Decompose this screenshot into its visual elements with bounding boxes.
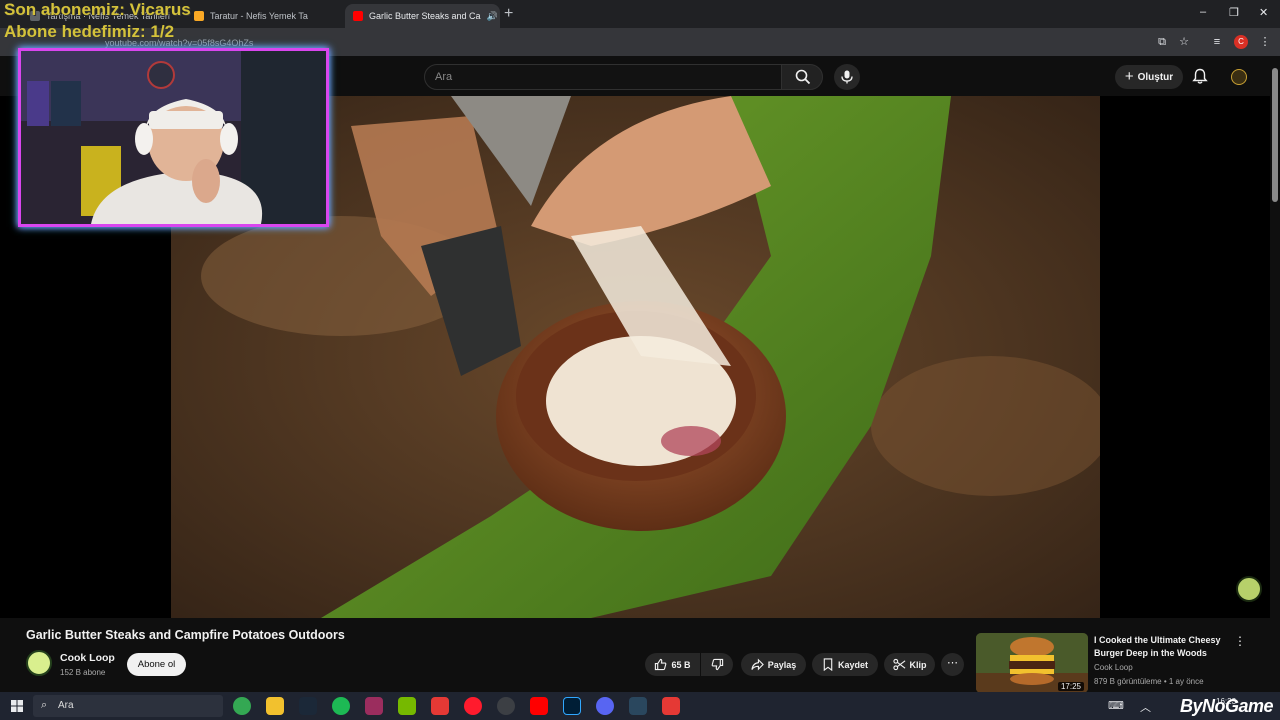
- save-bookmark-icon: [823, 658, 833, 671]
- more-actions-button[interactable]: ⋯: [941, 653, 964, 676]
- taskbar-search[interactable]: Ara: [33, 695, 223, 717]
- app-taskbar-icon[interactable]: [662, 697, 680, 715]
- bookmark-star-icon[interactable]: ☆: [1177, 35, 1191, 49]
- recommended-video-meta: 879 B görüntüleme • 1 ay önce: [1094, 677, 1204, 686]
- windows-start-icon[interactable]: [11, 700, 23, 712]
- media-controls-icon[interactable]: ≡: [1210, 35, 1224, 49]
- search-icon: [795, 69, 811, 85]
- browser-tab-active[interactable]: Garlic Butter Steaks and Ca 🔊 ✕: [345, 4, 500, 28]
- plus-icon: +: [1124, 68, 1134, 85]
- tab-favicon-icon: [194, 11, 204, 21]
- browser-tabbar: Tartışma · Nefis Yemek Tarifleri Taratur…: [0, 0, 1280, 28]
- voice-search-button[interactable]: [834, 64, 860, 90]
- restore-button[interactable]: ❐: [1229, 6, 1239, 19]
- app-taskbar-icon[interactable]: [365, 697, 383, 715]
- youtube-taskbar-icon[interactable]: [530, 697, 548, 715]
- browser-profile-avatar[interactable]: C: [1234, 35, 1248, 49]
- new-tab-button[interactable]: +: [504, 5, 513, 23]
- search-button[interactable]: [781, 64, 823, 90]
- scissors-icon: [892, 658, 905, 671]
- user-avatar[interactable]: [1231, 69, 1247, 85]
- youtube-favicon-icon: [353, 11, 363, 21]
- share-button[interactable]: Paylaş: [741, 653, 806, 676]
- share-icon: [751, 658, 764, 671]
- thumbs-down-icon: [711, 658, 723, 671]
- tray-chevron-icon[interactable]: ︿: [1140, 699, 1151, 715]
- tab-label: Taratur - Nefis Yemek Ta: [210, 11, 308, 21]
- like-button[interactable]: 65 B: [645, 653, 700, 676]
- video-title: Garlic Butter Steaks and Campfire Potato…: [26, 628, 345, 642]
- scrollbar-thumb[interactable]: [1272, 68, 1278, 202]
- nvidia-taskbar-icon[interactable]: [398, 697, 416, 715]
- recommended-menu-icon[interactable]: ⋮: [1234, 634, 1246, 648]
- last-subscriber-text: Son abonemiz: Vicarus: [4, 0, 191, 19]
- app-taskbar-icon[interactable]: [497, 697, 515, 715]
- channel-watermark-logo[interactable]: [1236, 576, 1262, 602]
- clip-label: Klip: [909, 659, 927, 670]
- recommended-video-thumbnail[interactable]: 17:25: [976, 633, 1088, 693]
- search-input[interactable]: Ara: [424, 64, 782, 90]
- subscribe-button[interactable]: Abone ol: [127, 653, 186, 676]
- channel-avatar[interactable]: [26, 650, 52, 676]
- webcam-feed-image: [21, 51, 326, 224]
- cast-icon[interactable]: ⧉: [1155, 35, 1169, 49]
- notifications-bell-icon[interactable]: [1192, 68, 1208, 85]
- tab-label: Garlic Butter Steaks and Ca: [369, 11, 481, 21]
- spotify-taskbar-icon[interactable]: [332, 697, 350, 715]
- chrome-taskbar-icon[interactable]: [233, 697, 251, 715]
- recommended-channel-name[interactable]: Cook Loop: [1094, 663, 1133, 672]
- taskbar-search-icon: ⌕: [41, 699, 48, 711]
- browser-menu-icon[interactable]: ⋮: [1258, 35, 1272, 49]
- create-label: Oluştur: [1137, 71, 1174, 83]
- dislike-button[interactable]: [701, 653, 733, 676]
- minimize-button[interactable]: –: [1200, 6, 1206, 18]
- opera-taskbar-icon[interactable]: [464, 697, 482, 715]
- photoshop-taskbar-icon[interactable]: [563, 697, 581, 715]
- app-taskbar-icon[interactable]: [431, 697, 449, 715]
- thumbs-up-icon: [655, 658, 667, 671]
- microphone-icon: [841, 70, 853, 84]
- file-explorer-taskbar-icon[interactable]: [266, 697, 284, 715]
- channel-name[interactable]: Cook Loop: [60, 652, 115, 664]
- subscriber-goal-text: Abone hedefimiz: 1/2: [4, 22, 175, 41]
- share-label: Paylaş: [767, 659, 797, 670]
- speaker-icon[interactable]: 🔊: [487, 11, 498, 22]
- create-button[interactable]: + Oluştur: [1115, 65, 1183, 89]
- bynogame-logo: ByNoGame: [1180, 696, 1274, 716]
- steam-taskbar-icon[interactable]: [629, 697, 647, 715]
- subscriber-count: 152 B abone: [60, 668, 106, 677]
- recommended-video-title[interactable]: I Cooked the Ultimate Cheesy Burger Deep…: [1094, 634, 1224, 660]
- like-count: 65 B: [671, 659, 691, 670]
- clip-button[interactable]: Klip: [884, 653, 935, 676]
- save-button[interactable]: Kaydet: [812, 653, 878, 676]
- keyboard-tray-icon[interactable]: ⌨: [1108, 699, 1124, 712]
- video-duration: 17:25: [1057, 682, 1084, 691]
- close-window-button[interactable]: ✕: [1259, 6, 1268, 19]
- save-label: Kaydet: [837, 659, 868, 670]
- browser-tab[interactable]: Taratur - Nefis Yemek Ta: [186, 4, 344, 28]
- steam-taskbar-icon[interactable]: [299, 697, 317, 715]
- discord-taskbar-icon[interactable]: [596, 697, 614, 715]
- streamer-webcam: [18, 48, 329, 227]
